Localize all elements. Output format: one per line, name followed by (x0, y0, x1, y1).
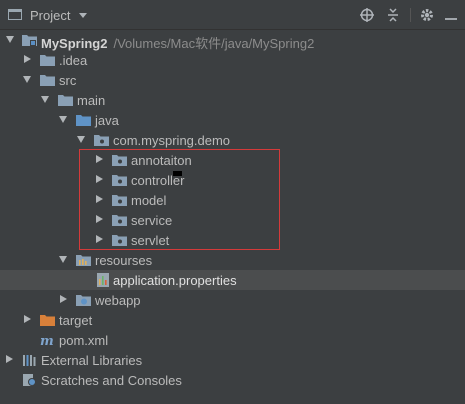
web-folder-icon (76, 295, 91, 306)
annotation-highlight-box (79, 149, 280, 250)
tree-label-java: java (95, 113, 119, 128)
tree-label-resources: resourses (95, 253, 153, 268)
header-separator (410, 8, 411, 22)
text-cursor-mark (173, 171, 182, 176)
expand-arrow-icon[interactable] (23, 76, 31, 83)
folder-icon (40, 75, 55, 86)
project-view-icon (8, 9, 22, 20)
expand-arrow-icon[interactable] (6, 36, 14, 43)
expand-arrow-icon[interactable] (59, 256, 67, 263)
tree-label-scratches: Scratches and Consoles (41, 373, 182, 388)
tree-row-root[interactable]: MySpring2/Volumes/Mac软件/java/MySpring2 (0, 30, 465, 51)
module-folder-icon (22, 35, 37, 46)
tree-row-java[interactable]: java (0, 110, 465, 130)
tree-label-idea: .idea (59, 53, 88, 68)
hide-panel-icon[interactable] (443, 7, 459, 23)
tree-row-main[interactable]: main (0, 90, 465, 110)
tree-label-main: main (77, 93, 106, 108)
expand-arrow-icon[interactable] (77, 136, 85, 143)
collapse-arrow-icon[interactable] (24, 315, 31, 323)
source-folder-icon (76, 115, 91, 126)
tree-row-scratches[interactable]: Scratches and Consoles (0, 370, 465, 390)
project-name: MySpring2 (41, 36, 108, 51)
tree-label-package-root: com.myspring.demo (113, 133, 231, 148)
scratches-icon (23, 374, 36, 386)
collapse-arrow-icon[interactable] (24, 55, 31, 63)
resources-folder-icon (76, 255, 91, 266)
properties-file-icon (97, 273, 109, 287)
tree-row-external-libraries[interactable]: External Libraries (0, 350, 465, 370)
tree-row-target[interactable]: target (0, 310, 465, 330)
tree-label-webapp: webapp (95, 293, 141, 308)
tree-row-webapp[interactable]: webapp (0, 290, 465, 310)
folder-icon (58, 95, 73, 106)
dropdown-chevron-icon[interactable] (79, 13, 87, 18)
collapse-arrow-icon[interactable] (6, 355, 13, 363)
tool-window-title[interactable]: Project (30, 8, 70, 23)
expand-arrow-icon[interactable] (59, 116, 67, 123)
tree-label-src: src (59, 73, 77, 88)
collapse-all-icon[interactable] (385, 7, 401, 23)
excluded-folder-icon (40, 315, 55, 326)
tree-row-resources[interactable]: resourses (0, 250, 465, 270)
folder-icon (40, 55, 55, 66)
collapse-arrow-icon[interactable] (60, 295, 67, 303)
project-tool-window-header: Project (0, 0, 465, 30)
project-path: /Volumes/Mac软件/java/MySpring2 (113, 36, 315, 51)
tree-row-application-properties[interactable]: application.properties (0, 270, 465, 290)
tree-label-application-properties: application.properties (113, 273, 237, 288)
package-folder-icon (94, 135, 109, 146)
locate-icon[interactable] (359, 7, 375, 23)
tree-row-src[interactable]: src (0, 70, 465, 90)
tree-row-idea[interactable]: .idea (0, 50, 465, 70)
tree-label-external-libraries: External Libraries (41, 353, 143, 368)
maven-file-icon: m (40, 334, 54, 347)
tree-label-target: target (59, 313, 93, 328)
tree-label-pom: pom.xml (59, 333, 109, 348)
tree-row-pom[interactable]: m pom.xml (0, 330, 465, 350)
libraries-icon (23, 355, 36, 366)
expand-arrow-icon[interactable] (41, 96, 49, 103)
svg-text:m: m (40, 334, 54, 347)
settings-gear-icon[interactable] (419, 7, 435, 23)
tree-row-package-root[interactable]: com.myspring.demo (0, 130, 465, 150)
